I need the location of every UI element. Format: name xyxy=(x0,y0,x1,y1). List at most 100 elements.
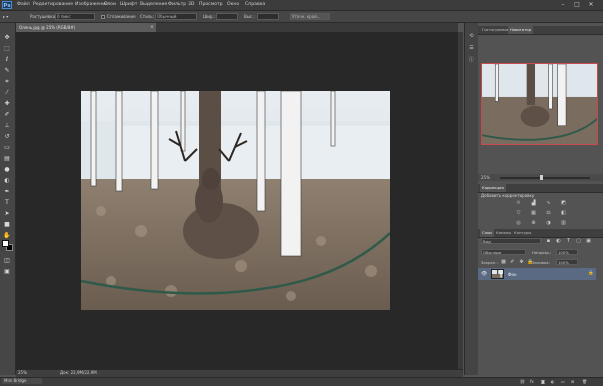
quick-select-icon[interactable]: ✎ xyxy=(2,66,12,75)
fill-input[interactable]: 100% xyxy=(556,259,578,265)
close-window-button[interactable]: ✕ xyxy=(587,1,595,9)
menu-file[interactable]: Файл xyxy=(17,2,30,7)
history-brush-icon[interactable]: ↺ xyxy=(2,132,12,141)
tab-navigator[interactable]: Навигатор xyxy=(508,26,534,34)
mini-bridge-tab[interactable]: Mini Bridge xyxy=(2,378,42,384)
document-close-icon[interactable]: × xyxy=(150,23,156,32)
gradient-icon[interactable]: ▤ xyxy=(2,154,12,163)
exposure-icon[interactable]: ◩ xyxy=(560,200,567,206)
tool-preset-picker[interactable]: ▸ ▾ xyxy=(3,14,8,19)
hue-saturation-icon[interactable]: ▦ xyxy=(530,210,537,216)
lock-position-icon[interactable]: ✥ xyxy=(518,259,525,265)
crop-icon[interactable]: ⌗ xyxy=(2,77,12,86)
levels-icon[interactable]: ▟ xyxy=(530,200,537,206)
width-input[interactable] xyxy=(216,13,238,20)
menu-layers[interactable]: Слои xyxy=(104,2,116,7)
menu-type[interactable]: Шрифт xyxy=(120,2,137,7)
navigator-slider-knob[interactable] xyxy=(540,175,543,180)
navigator-thumbnail[interactable] xyxy=(481,63,598,145)
tab-layers[interactable]: Слои xyxy=(480,229,494,237)
black-white-icon[interactable]: ◧ xyxy=(560,210,567,216)
new-adjustment-icon[interactable]: ◐ xyxy=(551,379,555,384)
channel-mixer-icon[interactable]: ⊕ xyxy=(530,220,537,226)
minimize-button[interactable]: – xyxy=(559,1,567,9)
brush-icon[interactable]: ✐ xyxy=(2,110,12,119)
lock-label: Закреп.: xyxy=(481,260,498,265)
menu-edit[interactable]: Редактирование xyxy=(33,2,73,7)
new-group-icon[interactable]: ▭ xyxy=(561,379,565,384)
healing-icon[interactable]: ✚ xyxy=(2,99,12,108)
move-icon[interactable]: ✥ xyxy=(2,33,12,42)
menu-help[interactable]: Справка xyxy=(245,2,265,7)
opacity-input[interactable]: 100% xyxy=(556,249,578,255)
link-layers-icon[interactable]: ⛓ xyxy=(520,379,525,384)
antialias-checkbox[interactable] xyxy=(101,15,105,19)
layer-style-icon[interactable]: fx xyxy=(530,379,534,384)
photo-filter-icon[interactable]: ◎ xyxy=(515,220,522,226)
stamp-icon[interactable]: ⊥ xyxy=(2,121,12,130)
hand-icon[interactable]: ✋ xyxy=(2,231,12,240)
delete-layer-icon[interactable]: 🗑 xyxy=(582,379,587,384)
filter-smart-icon[interactable]: ▣ xyxy=(585,238,592,244)
vertical-scrollbar[interactable] xyxy=(458,32,463,369)
invert-icon[interactable]: ◑ xyxy=(545,220,552,226)
lasso-icon[interactable]: ℓ xyxy=(2,55,12,64)
path-select-icon[interactable]: ➤ xyxy=(2,209,12,218)
menu-view[interactable]: Просмотр xyxy=(199,2,223,7)
blur-icon[interactable]: ● xyxy=(2,165,12,174)
maximize-button[interactable]: □ xyxy=(573,1,581,9)
filter-pixel-icon[interactable]: ▪ xyxy=(545,238,552,244)
vibrance-icon[interactable]: ▽ xyxy=(515,210,522,216)
zoom-level[interactable]: 25% xyxy=(18,370,27,375)
screen-mode-icon[interactable]: ▣ xyxy=(2,267,12,276)
brightness-icon[interactable]: ☼ xyxy=(515,200,522,206)
adjustments-panel-header: Коррекция xyxy=(478,184,603,193)
tab-channels[interactable]: Каналы xyxy=(494,229,513,237)
refine-edge-button[interactable]: Уточн. край... xyxy=(290,13,330,20)
dodge-icon[interactable]: ◐ xyxy=(2,176,12,185)
history-icon[interactable]: ⟲ xyxy=(468,33,475,40)
navigator-zoom-value[interactable]: 25% xyxy=(481,175,490,180)
feather-input[interactable]: 0 пикс xyxy=(55,13,95,20)
menu-select[interactable]: Выделение xyxy=(140,2,167,7)
height-input[interactable] xyxy=(257,13,279,20)
eyedropper-icon[interactable]: ⁄ xyxy=(2,88,12,97)
visibility-eye-icon[interactable]: 👁 xyxy=(481,271,487,277)
layer-mask-icon[interactable]: ◙ xyxy=(541,379,545,384)
marquee-icon[interactable]: ⬚ xyxy=(2,44,12,53)
window-controls: – □ ✕ xyxy=(559,1,599,9)
gradient-map-icon[interactable]: ▥ xyxy=(560,220,567,226)
document-info[interactable]: Док: 22,9M/22,9M xyxy=(60,370,97,375)
pen-icon[interactable]: ✒ xyxy=(2,187,12,196)
blend-mode-select[interactable]: Обычные xyxy=(481,249,526,255)
filter-adjust-icon[interactable]: ◐ xyxy=(555,238,562,244)
color-balance-icon[interactable]: ⚖ xyxy=(545,210,552,216)
eraser-icon[interactable]: ▭ xyxy=(2,143,12,152)
navigator-zoom-slider[interactable] xyxy=(500,177,590,179)
foreground-color-swatch[interactable] xyxy=(2,240,9,247)
tab-histogram[interactable]: Гистограмма xyxy=(480,26,510,34)
menu-filter[interactable]: Фильтр xyxy=(168,2,186,7)
shape-icon[interactable]: ■ xyxy=(2,220,12,229)
tab-paths[interactable]: Контуры xyxy=(512,229,533,237)
quick-mask-icon[interactable]: ◫ xyxy=(2,256,12,265)
type-icon[interactable]: T xyxy=(2,198,12,207)
layer-name[interactable]: Фон xyxy=(508,272,517,277)
filter-type-icon[interactable]: T xyxy=(565,238,572,244)
lock-transparent-icon[interactable]: ▩ xyxy=(500,259,507,265)
info-icon[interactable]: ⓘ xyxy=(468,57,475,64)
document-tab[interactable]: Олень.jpg @ 25% (RGB/8#) xyxy=(16,23,156,32)
properties-icon[interactable]: ☰ xyxy=(468,45,475,52)
menu-window[interactable]: Окно xyxy=(227,2,239,7)
layer-filter-select[interactable]: Вид xyxy=(481,238,541,244)
layer-thumb-preview xyxy=(492,270,503,278)
tab-adjustments[interactable]: Коррекция xyxy=(480,184,506,192)
document-image[interactable] xyxy=(81,91,390,310)
collapsed-panel-dock: ⟲ ☰ ⓘ xyxy=(464,23,479,375)
menu-3d[interactable]: 3D xyxy=(188,2,194,7)
filter-shape-icon[interactable]: ▢ xyxy=(575,238,582,244)
new-layer-icon[interactable]: ⊞ xyxy=(571,379,574,384)
curves-icon[interactable]: ∿ xyxy=(545,200,552,206)
lock-image-icon[interactable]: ✐ xyxy=(509,259,516,265)
style-select[interactable]: Обычный xyxy=(155,13,197,20)
